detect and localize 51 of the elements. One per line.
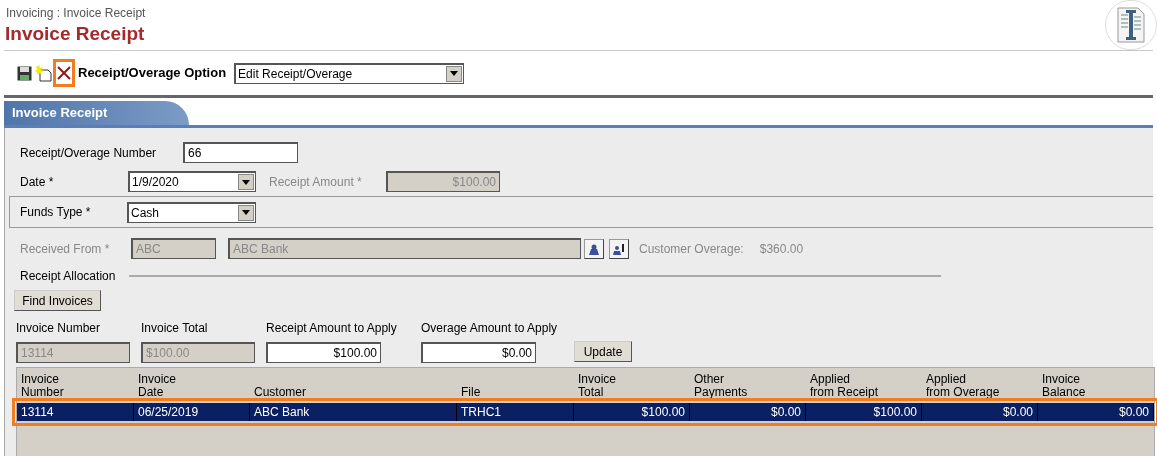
- column-header[interactable]: Invoice Number: [17, 368, 134, 399]
- field-label: Customer Overage:: [639, 240, 744, 258]
- option-dropdown[interactable]: Edit Receipt/Overage: [234, 62, 465, 84]
- table-row[interactable]: 13114 06/25/2019 ABC Bank TRHC1 $100.00 $0.00 $100.00 $0.00 $0.00: [17, 403, 1154, 421]
- find-invoices-button[interactable]: Find Invoices: [14, 290, 101, 311]
- table-cell: $0.00: [690, 403, 806, 421]
- column-header[interactable]: File: [457, 368, 574, 399]
- table-cell: $0.00: [922, 403, 1038, 421]
- field-label: Receipt Amount *: [269, 173, 363, 191]
- update-button[interactable]: Update: [574, 341, 632, 362]
- amount-field[interactable]: $0.00: [421, 342, 536, 363]
- date-picker[interactable]: 1/9/2020: [128, 171, 256, 192]
- page-title: Invoice Receipt: [5, 22, 145, 46]
- table-cell: $0.00: [1038, 403, 1154, 421]
- customer-search-icon[interactable]: [584, 238, 604, 259]
- receipt-number-field[interactable]: 66: [183, 142, 298, 163]
- breadcrumb-text: Invoicing : Invoice Receipt: [6, 5, 146, 22]
- save-icon[interactable]: [17, 65, 33, 81]
- column-header[interactable]: Applied from Overage: [922, 368, 1038, 399]
- column-header[interactable]: Invoice Total: [574, 368, 690, 399]
- column-header[interactable]: Other Payments: [690, 368, 806, 399]
- column-header[interactable]: Invoice Date: [134, 368, 250, 399]
- field-label: Received From *: [20, 240, 111, 258]
- field-label: Date *: [20, 173, 55, 191]
- funds-type-dropdown[interactable]: Cash: [127, 201, 256, 223]
- field-label: Funds Type *: [20, 204, 92, 221]
- caret-icon[interactable]: [238, 174, 254, 190]
- column-header[interactable]: Invoice Balance: [1038, 368, 1154, 399]
- amount-field[interactable]: $100.00: [266, 342, 381, 363]
- column-header[interactable]: Customer: [250, 368, 457, 399]
- field-label: Invoice Number: [16, 320, 102, 337]
- table-cell: TRHC1: [457, 403, 574, 421]
- overage-value: $360.00: [759, 240, 804, 258]
- table-cell: $100.00: [806, 403, 922, 421]
- delete-icon[interactable]: [53, 59, 75, 87]
- field-label: Receipt Amount to Apply: [266, 320, 398, 337]
- customer-info-icon[interactable]: [609, 238, 629, 259]
- field-label: Invoice Total: [141, 320, 209, 337]
- section-tab[interactable]: Invoice Receipt: [4, 101, 189, 125]
- document-logo-icon: [1105, 0, 1157, 50]
- option-label: Receipt/Overage Option: [78, 64, 227, 83]
- field-label: Receipt/Overage Number: [20, 144, 158, 162]
- section-label: Receipt Allocation: [20, 268, 116, 285]
- column-header[interactable]: Applied from Receipt: [806, 368, 922, 399]
- table-cell: 06/25/2019: [134, 403, 250, 421]
- caret-icon[interactable]: [446, 65, 463, 82]
- field-label: Overage Amount to Apply: [421, 320, 559, 337]
- table-cell: $100.00: [574, 403, 690, 421]
- table-cell: ABC Bank: [250, 403, 457, 421]
- table-cell: 13114: [17, 403, 134, 421]
- caret-icon[interactable]: [238, 204, 254, 221]
